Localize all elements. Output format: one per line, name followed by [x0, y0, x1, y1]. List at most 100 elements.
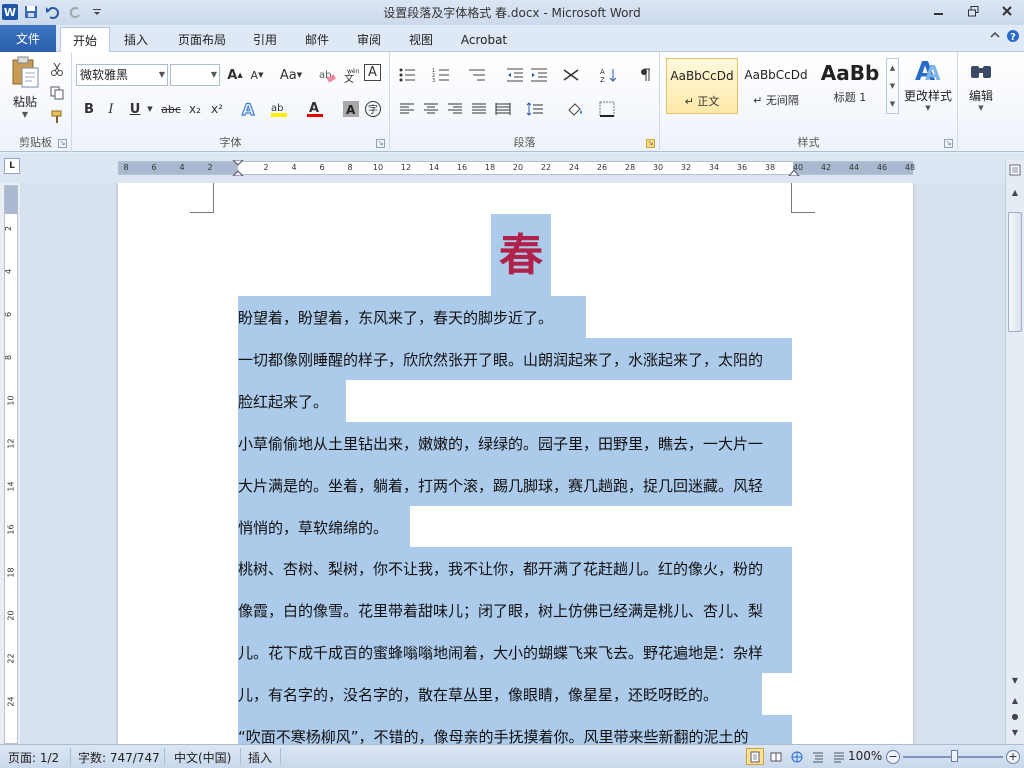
styles-dialog-launcher[interactable]: ↘ — [944, 139, 953, 148]
doc-line[interactable]: 像霞，白的像雪。花里带着甜味儿；闭了眼，树上仿佛已经满是桃儿、杏儿、梨 — [238, 589, 792, 631]
doc-line[interactable]: 小草偷偷地从土里钻出来，嫩嫩的，绿绿的。园子里，田野里，瞧去，一大片一 — [238, 422, 792, 464]
horizontal-ruler[interactable]: 8 6 4 2 2 4 6 8 10 12 14 16 18 20 22 24 26 28 30 32 34 36 38 40… — [118, 160, 915, 176]
strikethrough-button[interactable]: abc — [158, 98, 184, 120]
full-screen-view-icon[interactable] — [767, 748, 785, 765]
scroll-up-icon[interactable]: ▲ — [1007, 184, 1023, 200]
doc-line[interactable]: 脸红起来了。 — [238, 380, 346, 422]
doc-line[interactable]: 一切都像刚睡醒的样子，欣欣然张开了眼。山朗润起来了，水涨起来了，太阳的 — [238, 338, 792, 380]
borders-icon[interactable] — [596, 98, 618, 120]
character-border-button[interactable]: A — [364, 64, 381, 81]
outline-view-icon[interactable] — [809, 748, 827, 765]
justify-icon[interactable] — [468, 98, 490, 120]
paragraph-dialog-launcher[interactable]: ↘ — [646, 139, 655, 148]
close-button[interactable] — [990, 0, 1024, 22]
align-left-icon[interactable] — [396, 98, 418, 120]
distributed-icon[interactable] — [492, 98, 514, 120]
select-browse-object-icon[interactable]: ● — [1007, 708, 1023, 724]
phonetic-guide-icon[interactable]: wén 文 — [340, 64, 362, 86]
line-spacing-icon[interactable] — [524, 98, 546, 120]
multilevel-list-icon[interactable] — [466, 64, 488, 86]
zoom-level[interactable]: 100% — [848, 749, 882, 763]
editing-button[interactable]: 编辑 ▼ — [964, 58, 998, 128]
document-page[interactable]: 春 盼望着，盼望着，东风来了，春天的脚步近了。 一切都像刚睡醒的样子，欣欣然张开… — [118, 183, 913, 744]
subscript-button[interactable]: x₂ — [184, 98, 206, 120]
font-size-combo[interactable]: ▼ — [170, 64, 220, 86]
change-styles-button[interactable]: AA 更改样式 ▼ — [902, 56, 954, 126]
font-dialog-launcher[interactable]: ↘ — [376, 139, 385, 148]
tab-mailings[interactable]: 邮件 — [296, 27, 338, 52]
view-ruler-icon[interactable] — [1007, 162, 1023, 178]
align-right-icon[interactable] — [444, 98, 466, 120]
zoom-slider-knob[interactable] — [951, 750, 958, 762]
word-count[interactable]: 字数: 747/747 — [78, 749, 160, 766]
cut-icon[interactable] — [46, 58, 68, 80]
character-shading-icon[interactable]: A — [340, 98, 362, 120]
superscript-button[interactable]: x² — [206, 98, 228, 120]
bullets-icon[interactable] — [396, 64, 418, 86]
enclose-characters-icon[interactable]: 字 — [362, 98, 384, 120]
styles-gallery-scroll[interactable]: ▲ ▼ ▼ — [886, 58, 899, 114]
align-center-icon[interactable] — [420, 98, 442, 120]
tab-selector-icon[interactable]: L — [4, 158, 20, 174]
sort-icon[interactable]: AZ — [598, 64, 620, 86]
scroll-thumb[interactable] — [1008, 212, 1022, 332]
show-marks-icon[interactable] — [634, 64, 656, 86]
document-title[interactable]: 春 — [491, 214, 551, 296]
language-indicator[interactable]: 中文(中国) — [174, 749, 231, 766]
doc-line[interactable]: 儿。花下成千成百的蜜蜂嗡嗡地闹着，大小的蝴蝶飞来飞去。野花遍地是：杂样 — [238, 631, 792, 673]
text-effects-icon[interactable]: A — [238, 98, 260, 120]
doc-line[interactable]: 大片满是的。坐着，躺着，打两个滚，踢几脚球，赛几趟跑，捉几回迷藏。风轻 — [238, 464, 792, 506]
print-layout-view-icon[interactable] — [746, 748, 764, 765]
tab-home[interactable]: 开始 — [60, 27, 110, 52]
doc-line[interactable]: “吹面不寒杨柳风”，不错的，像母亲的手抚摸着你。风里带来些新翻的泥土的 — [238, 715, 792, 744]
page-count[interactable]: 页面: 1/2 — [8, 749, 59, 766]
tab-insert[interactable]: 插入 — [114, 27, 158, 52]
grow-font-button[interactable]: A ▲ — [224, 64, 246, 86]
font-name-combo[interactable]: 微软雅黑 ▼ — [76, 64, 168, 86]
tab-file[interactable]: 文件 — [0, 25, 56, 52]
web-layout-view-icon[interactable] — [788, 748, 806, 765]
tab-view[interactable]: 视图 — [400, 27, 442, 52]
scroll-down-icon[interactable]: ▼ — [1007, 672, 1023, 688]
doc-line[interactable]: 盼望着，盼望着，东风来了，春天的脚步近了。 — [238, 296, 586, 338]
copy-icon[interactable] — [46, 82, 68, 104]
chinese-layout-icon[interactable] — [560, 64, 582, 86]
font-color-icon[interactable]: A — [304, 98, 326, 120]
tab-page-layout[interactable]: 页面布局 — [170, 27, 234, 52]
zoom-in-button[interactable]: + — [1006, 750, 1020, 764]
clear-format-icon[interactable]: ab — [316, 64, 338, 86]
right-indent-marker-icon[interactable] — [788, 166, 800, 176]
style-normal[interactable]: AaBbCcDd ↵ 正文 — [666, 58, 738, 114]
tab-review[interactable]: 审阅 — [348, 27, 390, 52]
insert-mode-indicator[interactable]: 插入 — [248, 749, 272, 766]
underline-dropdown-icon[interactable]: ▼ — [144, 98, 156, 120]
clipboard-dialog-launcher[interactable]: ↘ — [58, 139, 67, 148]
minimize-ribbon-icon[interactable] — [990, 29, 1000, 46]
doc-line[interactable]: 桃树、杏树、梨树，你不让我，我不让你，都开满了花赶趟儿。红的像火，粉的 — [238, 547, 792, 589]
increase-indent-icon[interactable] — [528, 64, 550, 86]
tab-references[interactable]: 引用 — [244, 27, 286, 52]
help-icon[interactable]: ? — [1006, 29, 1020, 46]
style-no-spacing[interactable]: AaBbCcDd ↵ 无间隔 — [740, 58, 812, 114]
minimize-button[interactable] — [922, 0, 956, 22]
vertical-ruler[interactable]: 2 4 6 8 10 12 14 16 18 20 22 24 — [4, 185, 18, 744]
paste-button[interactable]: 粘贴 ▼ — [8, 56, 42, 119]
next-page-icon[interactable]: ▼ — [1007, 724, 1023, 740]
style-heading-1[interactable]: AaBb 标题 1 — [814, 58, 886, 114]
underline-button[interactable]: U — [124, 98, 146, 120]
doc-line[interactable]: 悄悄的，草软绵绵的。 — [238, 506, 410, 548]
highlight-color-icon[interactable]: ab — [268, 98, 290, 120]
vertical-scrollbar[interactable]: ▲ ▼ ▲ ● ▼ — [1005, 160, 1024, 744]
shading-icon[interactable] — [564, 98, 586, 120]
format-painter-icon[interactable] — [46, 106, 68, 128]
change-case-button[interactable]: Aa ▼ — [276, 64, 306, 86]
shrink-font-button[interactable]: A ▼ — [246, 64, 268, 86]
bold-button[interactable]: B — [78, 98, 100, 120]
zoom-out-button[interactable]: − — [886, 750, 900, 764]
italic-button[interactable]: I — [100, 98, 122, 120]
prev-page-icon[interactable]: ▲ — [1007, 692, 1023, 708]
restore-button[interactable] — [956, 0, 990, 22]
tab-acrobat[interactable]: Acrobat — [452, 27, 516, 52]
doc-line[interactable]: 儿，有名字的，没名字的，散在草丛里，像眼睛，像星星，还眨呀眨的。 — [238, 673, 762, 715]
decrease-indent-icon[interactable] — [504, 64, 526, 86]
